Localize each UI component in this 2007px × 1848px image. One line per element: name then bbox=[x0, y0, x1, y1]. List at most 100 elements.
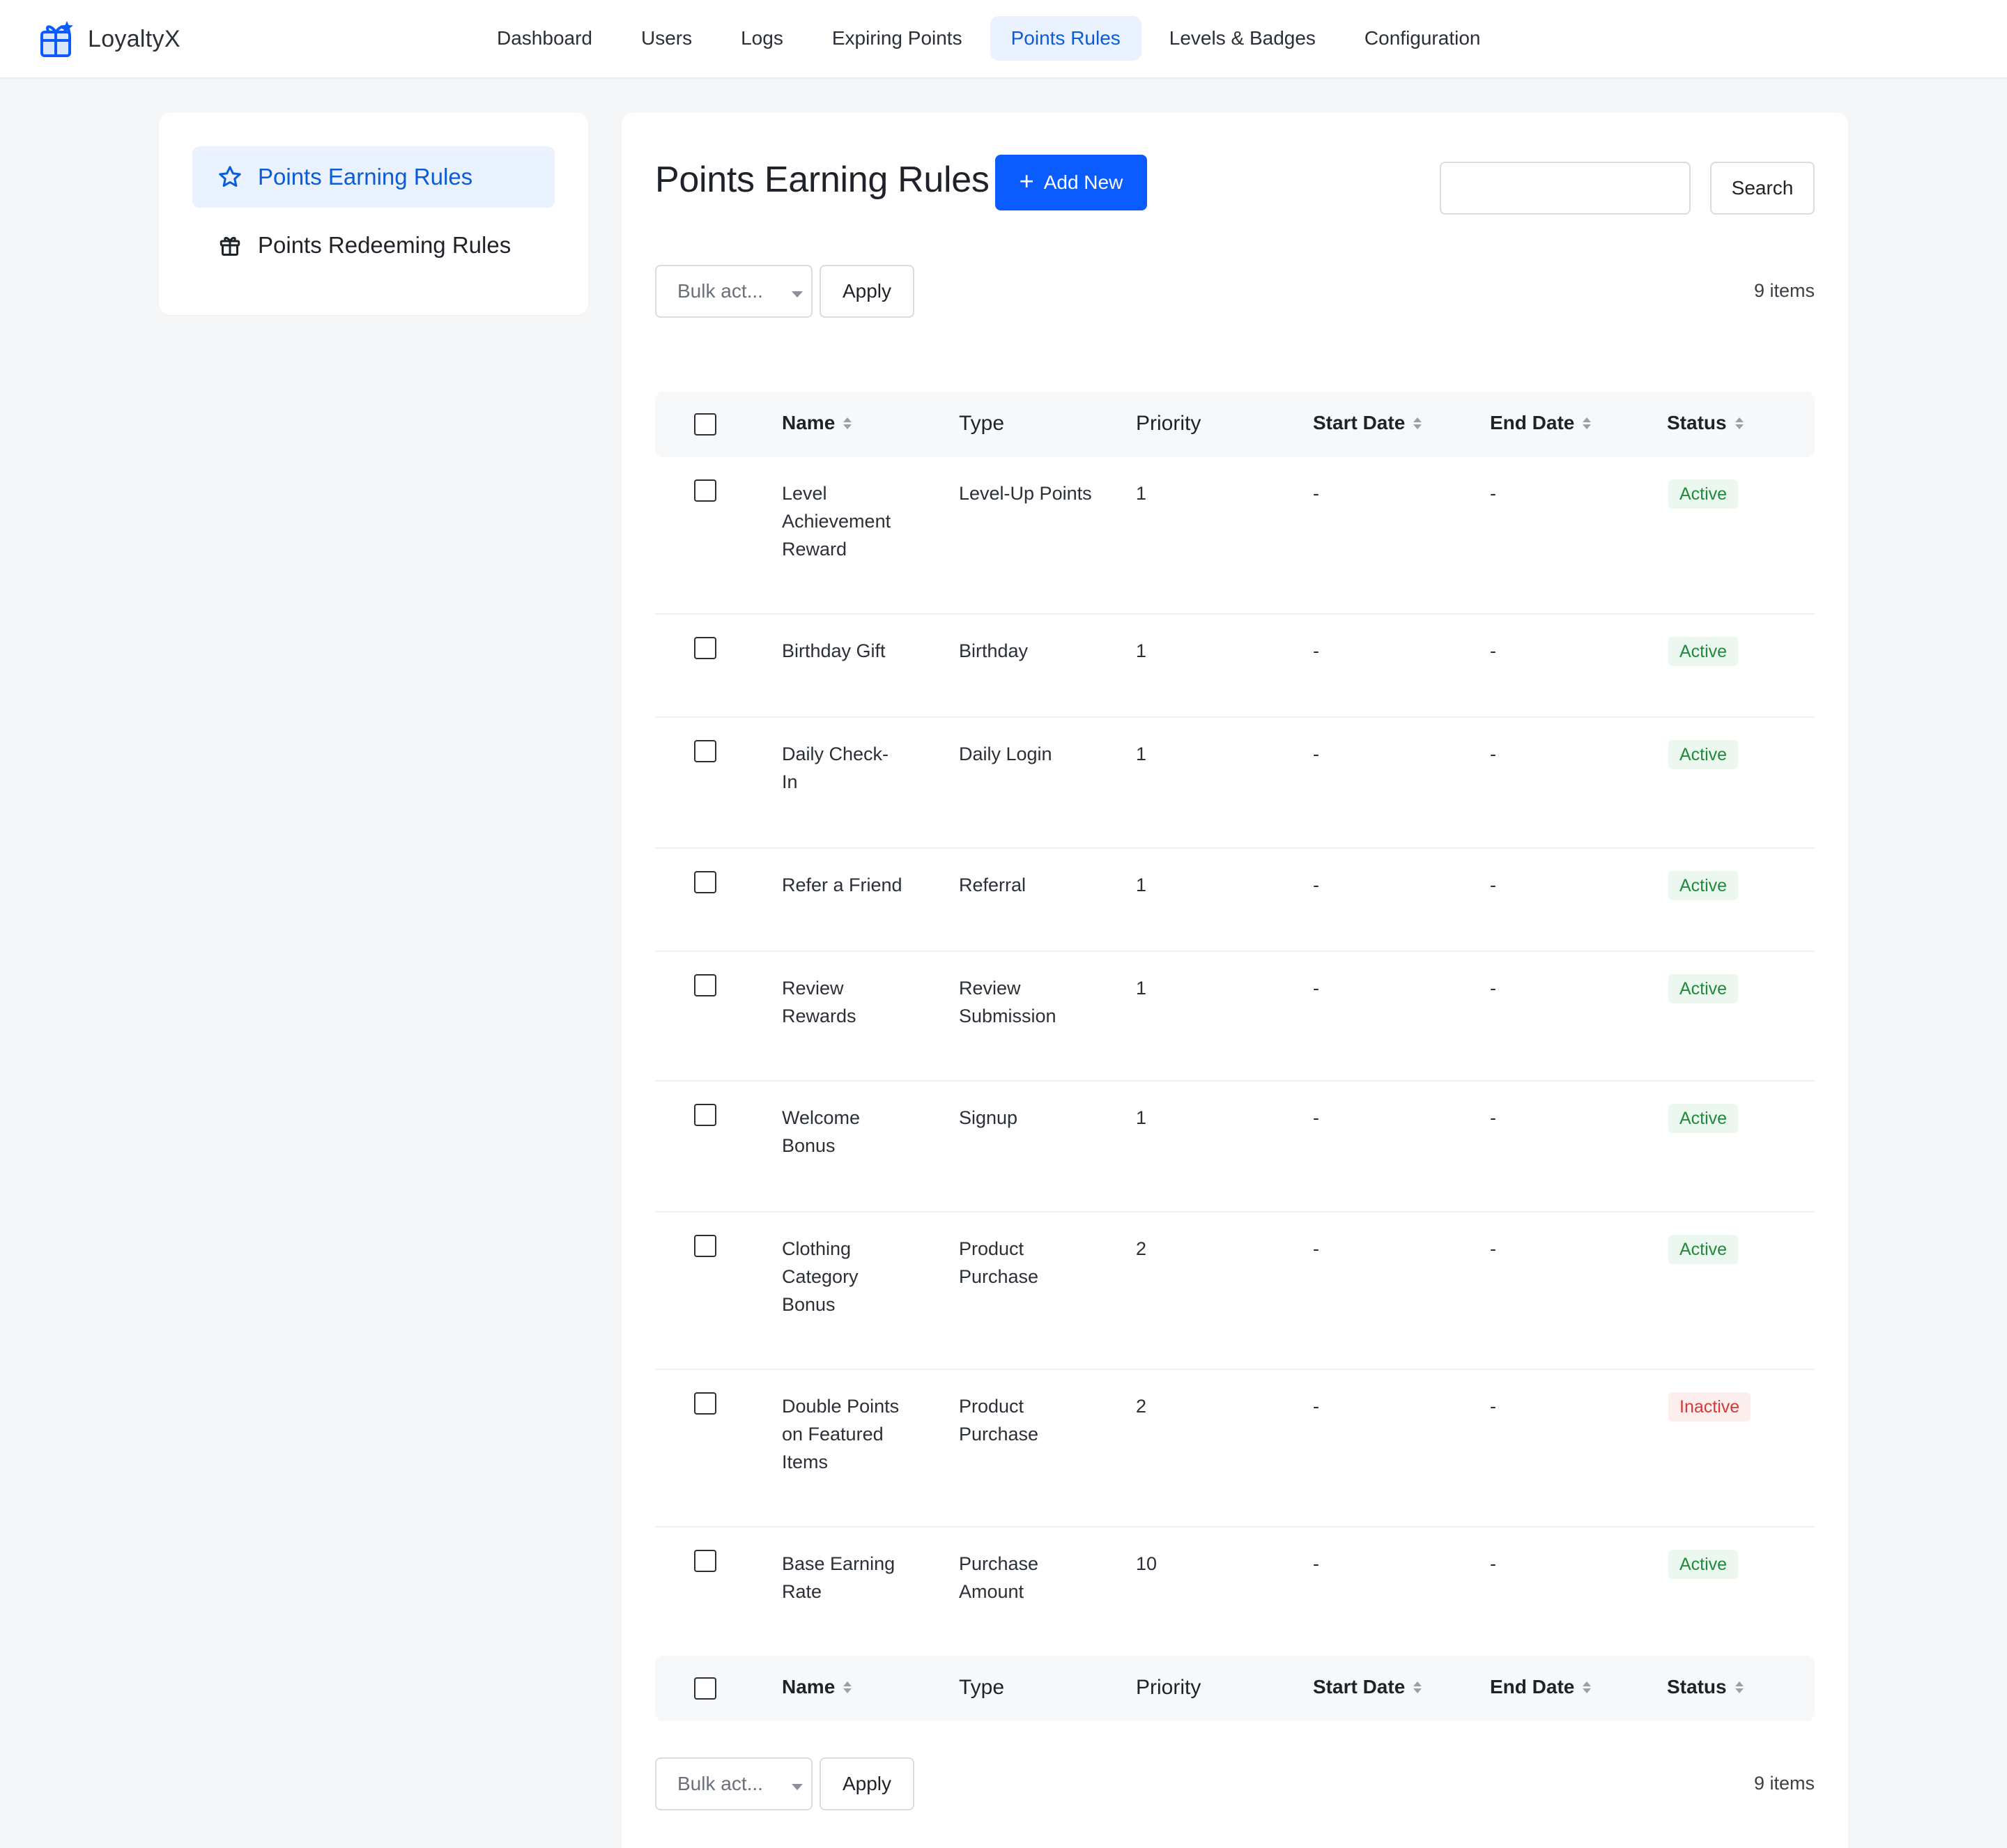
sidebar-item-earning-rules[interactable]: Points Earning Rules bbox=[192, 146, 555, 208]
table-row[interactable]: Welcome Bonus Signup 1 - - Active bbox=[655, 1081, 1815, 1212]
status-badge: Active bbox=[1668, 479, 1739, 509]
cell-start-date: - bbox=[1313, 1396, 1319, 1417]
nav-dashboard[interactable]: Dashboard bbox=[476, 16, 613, 61]
add-new-button[interactable]: + Add New bbox=[995, 155, 1147, 210]
row-checkbox[interactable] bbox=[694, 1550, 716, 1572]
cell-name[interactable]: Refer a Friend bbox=[782, 871, 921, 899]
cell-priority: 10 bbox=[1136, 1553, 1158, 1574]
cell-end-date: - bbox=[1490, 978, 1496, 999]
sidebar-item-label: Points Earning Rules bbox=[258, 164, 473, 190]
nav-points-rules[interactable]: Points Rules bbox=[990, 16, 1141, 61]
cell-start-date: - bbox=[1313, 1107, 1319, 1128]
row-checkbox[interactable] bbox=[694, 974, 716, 996]
apply-button-bottom[interactable]: Apply bbox=[820, 1757, 914, 1810]
column-footer-status[interactable]: Status bbox=[1667, 1676, 1744, 1698]
status-badge: Active bbox=[1668, 974, 1739, 1003]
cell-end-date: - bbox=[1490, 640, 1496, 661]
column-footer-type: Type bbox=[959, 1676, 1005, 1699]
cell-name[interactable]: Double Points on Featured Items bbox=[782, 1392, 914, 1476]
column-footer-name[interactable]: Name bbox=[782, 1676, 852, 1698]
top-navigation-bar: LoyaltyX Dashboard Users Logs Expiring P… bbox=[0, 0, 2007, 79]
table-row[interactable]: Review Rewards Review Submission 1 - - A… bbox=[655, 952, 1815, 1081]
sort-icon bbox=[1735, 1681, 1744, 1693]
row-checkbox[interactable] bbox=[694, 740, 716, 762]
table-row[interactable]: Daily Check-In Daily Login 1 - - Active bbox=[655, 718, 1815, 849]
sort-icon bbox=[843, 1681, 852, 1693]
chevron-down-icon bbox=[792, 1784, 803, 1790]
cell-start-date: - bbox=[1313, 978, 1319, 999]
rules-sidebar: Points Earning Rules Points Redeeming Ru… bbox=[159, 113, 588, 315]
cell-type: Signup bbox=[959, 1107, 1018, 1128]
select-all-checkbox-footer[interactable] bbox=[694, 1677, 716, 1700]
row-checkbox[interactable] bbox=[694, 637, 716, 659]
add-new-label: Add New bbox=[1043, 171, 1123, 193]
row-checkbox[interactable] bbox=[694, 1392, 716, 1415]
table-row[interactable]: Double Points on Featured Items Product … bbox=[655, 1370, 1815, 1527]
cell-priority: 1 bbox=[1136, 483, 1147, 504]
nav-logs[interactable]: Logs bbox=[720, 16, 804, 61]
cell-start-date: - bbox=[1313, 1553, 1319, 1574]
cell-name[interactable]: Welcome Bonus bbox=[782, 1104, 886, 1160]
status-badge: Active bbox=[1668, 1550, 1739, 1579]
nav-users[interactable]: Users bbox=[620, 16, 713, 61]
status-badge: Inactive bbox=[1668, 1392, 1751, 1422]
plus-icon: + bbox=[1019, 167, 1034, 195]
sort-icon bbox=[1583, 1681, 1592, 1693]
cell-start-date: - bbox=[1313, 744, 1319, 764]
column-footer-priority: Priority bbox=[1136, 1676, 1201, 1699]
table-row[interactable]: Base Earning Rate Purchase Amount 10 - -… bbox=[655, 1527, 1815, 1631]
cell-name[interactable]: Level Achievement Reward bbox=[782, 479, 921, 563]
cell-name[interactable]: Base Earning Rate bbox=[782, 1550, 914, 1606]
cell-end-date: - bbox=[1490, 1107, 1496, 1128]
sort-icon bbox=[1413, 1681, 1422, 1693]
nav-levels-badges[interactable]: Levels & Badges bbox=[1148, 16, 1337, 61]
item-count-bottom: 9 items bbox=[1753, 1773, 1815, 1794]
cell-start-date: - bbox=[1313, 483, 1319, 504]
cell-name[interactable]: Birthday Gift bbox=[782, 637, 921, 665]
bulk-actions-select-top[interactable]: Bulk act... bbox=[655, 265, 813, 318]
star-icon bbox=[219, 166, 241, 187]
cell-type: Daily Login bbox=[959, 744, 1052, 764]
cell-name[interactable]: Daily Check-In bbox=[782, 740, 900, 796]
cell-name[interactable]: Review Rewards bbox=[782, 974, 886, 1030]
column-header-name[interactable]: Name bbox=[782, 412, 852, 434]
table-row[interactable]: Refer a Friend Referral 1 - - Active bbox=[655, 849, 1815, 952]
apply-button-top[interactable]: Apply bbox=[820, 265, 914, 318]
row-checkbox[interactable] bbox=[694, 871, 716, 893]
cell-start-date: - bbox=[1313, 1238, 1319, 1259]
row-checkbox[interactable] bbox=[694, 1104, 716, 1126]
table-row[interactable]: Level Achievement Reward Level-Up Points… bbox=[655, 457, 1815, 615]
column-header-start-date[interactable]: Start Date bbox=[1313, 412, 1422, 434]
cell-end-date: - bbox=[1490, 1553, 1496, 1574]
cell-type: Level-Up Points bbox=[959, 483, 1092, 504]
cell-start-date: - bbox=[1313, 640, 1319, 661]
sort-icon bbox=[1583, 417, 1592, 429]
cell-type: Purchase Amount bbox=[959, 1553, 1039, 1602]
column-footer-start-date[interactable]: Start Date bbox=[1313, 1676, 1422, 1698]
column-footer-end-date[interactable]: End Date bbox=[1490, 1676, 1592, 1698]
app-logo[interactable]: LoyaltyX bbox=[39, 18, 180, 60]
select-all-checkbox[interactable] bbox=[694, 413, 716, 436]
column-header-end-date[interactable]: End Date bbox=[1490, 412, 1592, 434]
row-checkbox[interactable] bbox=[694, 479, 716, 502]
search-input[interactable] bbox=[1440, 162, 1691, 215]
sort-icon bbox=[843, 417, 852, 429]
cell-start-date: - bbox=[1313, 875, 1319, 895]
nav-configuration[interactable]: Configuration bbox=[1344, 16, 1502, 61]
nav-expiring-points[interactable]: Expiring Points bbox=[811, 16, 983, 61]
table-footer-header: Name Type Priority Start Date End Date S… bbox=[655, 1656, 1815, 1721]
cell-priority: 1 bbox=[1136, 744, 1147, 764]
bulk-actions-select-bottom[interactable]: Bulk act... bbox=[655, 1757, 813, 1810]
status-badge: Active bbox=[1668, 1104, 1739, 1133]
status-badge: Active bbox=[1668, 1235, 1739, 1264]
table-row[interactable]: Clothing Category Bonus Product Purchase… bbox=[655, 1212, 1815, 1370]
row-checkbox[interactable] bbox=[694, 1235, 716, 1257]
cell-name[interactable]: Clothing Category Bonus bbox=[782, 1235, 886, 1318]
search-button[interactable]: Search bbox=[1710, 162, 1815, 215]
bulk-actions-value: Bulk act... bbox=[677, 1773, 763, 1794]
column-header-status[interactable]: Status bbox=[1667, 412, 1744, 434]
table-row[interactable]: Birthday Gift Birthday 1 - - Active bbox=[655, 615, 1815, 718]
cell-end-date: - bbox=[1490, 1396, 1496, 1417]
cell-end-date: - bbox=[1490, 875, 1496, 895]
sidebar-item-redeeming-rules[interactable]: Points Redeeming Rules bbox=[192, 215, 555, 276]
